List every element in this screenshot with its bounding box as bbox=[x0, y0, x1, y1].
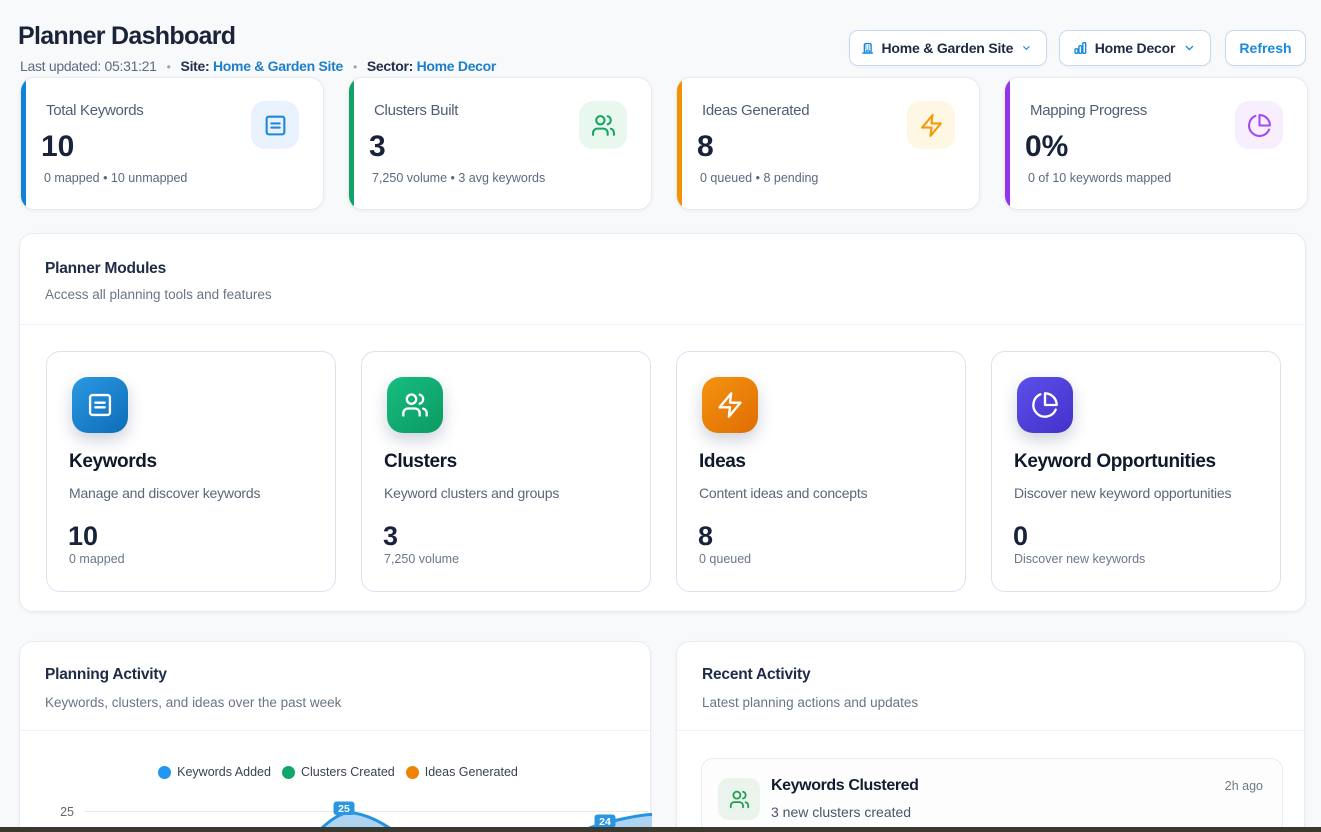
svg-text:25: 25 bbox=[60, 805, 74, 819]
svg-text:25: 25 bbox=[338, 803, 350, 815]
